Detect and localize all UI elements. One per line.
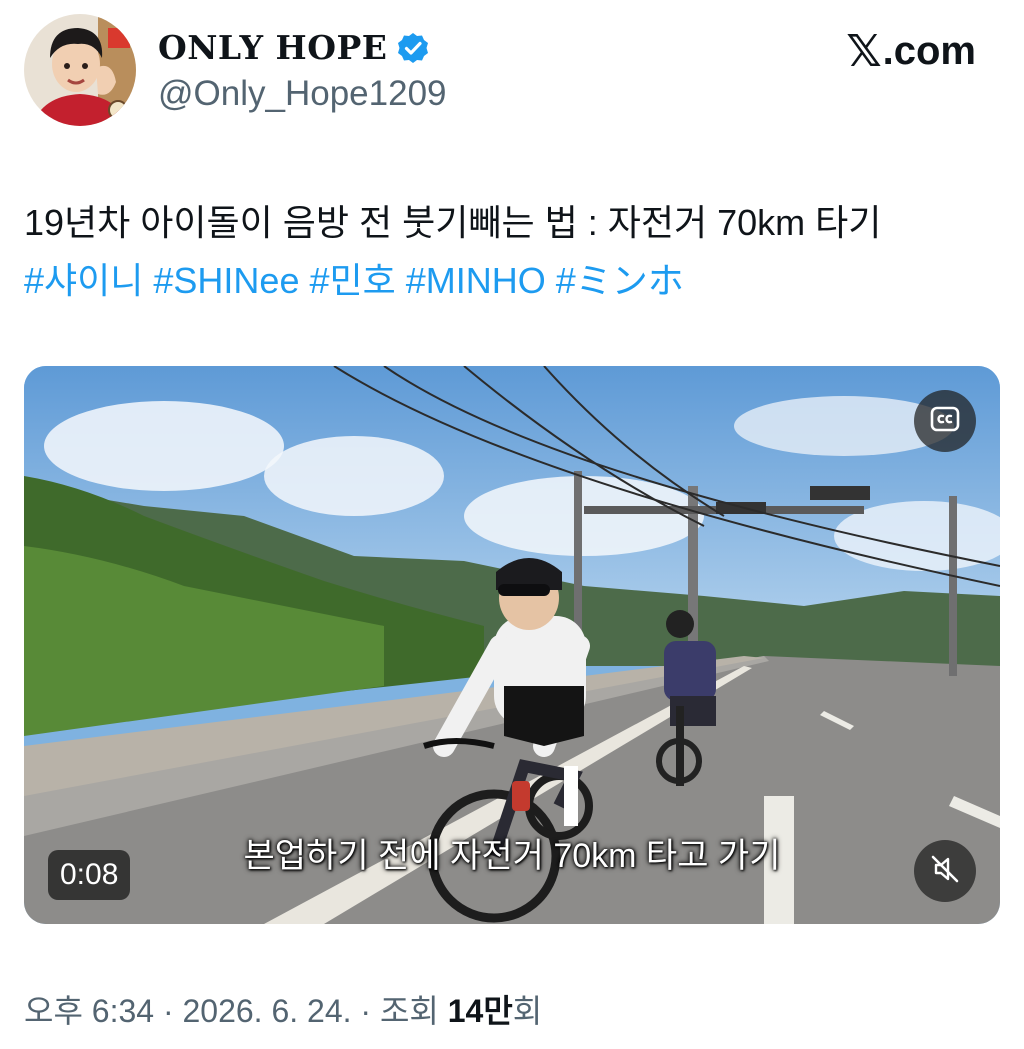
tweet-card: ONLY HOPE @Only_Hope1209 𝕏 .com 19년차 아이돌… [0,0,1024,1049]
hashtag-link[interactable]: #SHINee [153,260,299,301]
hashtag-link[interactable]: #샤이니 [24,260,143,301]
video-timestamp: 0:08 [48,850,131,900]
author-display-name[interactable]: ONLY HOPE [158,28,387,67]
hashtag-link[interactable]: #민호 [309,260,395,301]
tweet-timestamp[interactable]: 오후 6:34 · 2026. 6. 24. · 조회 [24,993,448,1029]
verified-badge-icon [397,32,429,64]
closed-captions-icon [930,406,960,437]
brand-domain: .com [882,29,976,73]
profile-avatar[interactable] [24,14,136,126]
author-display-name-row[interactable]: ONLY HOPE [158,28,429,67]
hashtag-link[interactable]: #ミンホ [556,260,684,301]
muted-speaker-icon [930,854,960,889]
captions-button[interactable] [914,390,976,452]
hashtag-link[interactable]: #MINHO [406,260,546,301]
tweet-text: 19년차 아이돌이 음방 전 붓기빼는 법 : 자전거 70km 타기 [24,202,882,243]
hashtag-list: #샤이니 #SHINee #민호 #MINHO #ミンホ [24,252,1000,310]
mute-button[interactable] [914,840,976,902]
author-handle[interactable]: @Only_Hope1209 [158,74,447,114]
view-count: 14만 [447,993,513,1029]
x-logo[interactable]: 𝕏 .com [846,26,976,77]
x-logo-icon: 𝕏 [846,27,882,76]
tweet-metadata: 오후 6:34 · 2026. 6. 24. · 조회 14만회 [24,986,542,1032]
video-player[interactable]: 본업하기 전에 자전거 70km 타고 가기 0:08 [24,366,1000,924]
video-subtitle: 본업하기 전에 자전거 70km 타고 가기 [243,837,781,875]
view-count-suffix: 회 [512,993,543,1029]
tweet-body: 19년차 아이돌이 음방 전 붓기빼는 법 : 자전거 70km 타기 #샤이니… [24,194,1000,310]
